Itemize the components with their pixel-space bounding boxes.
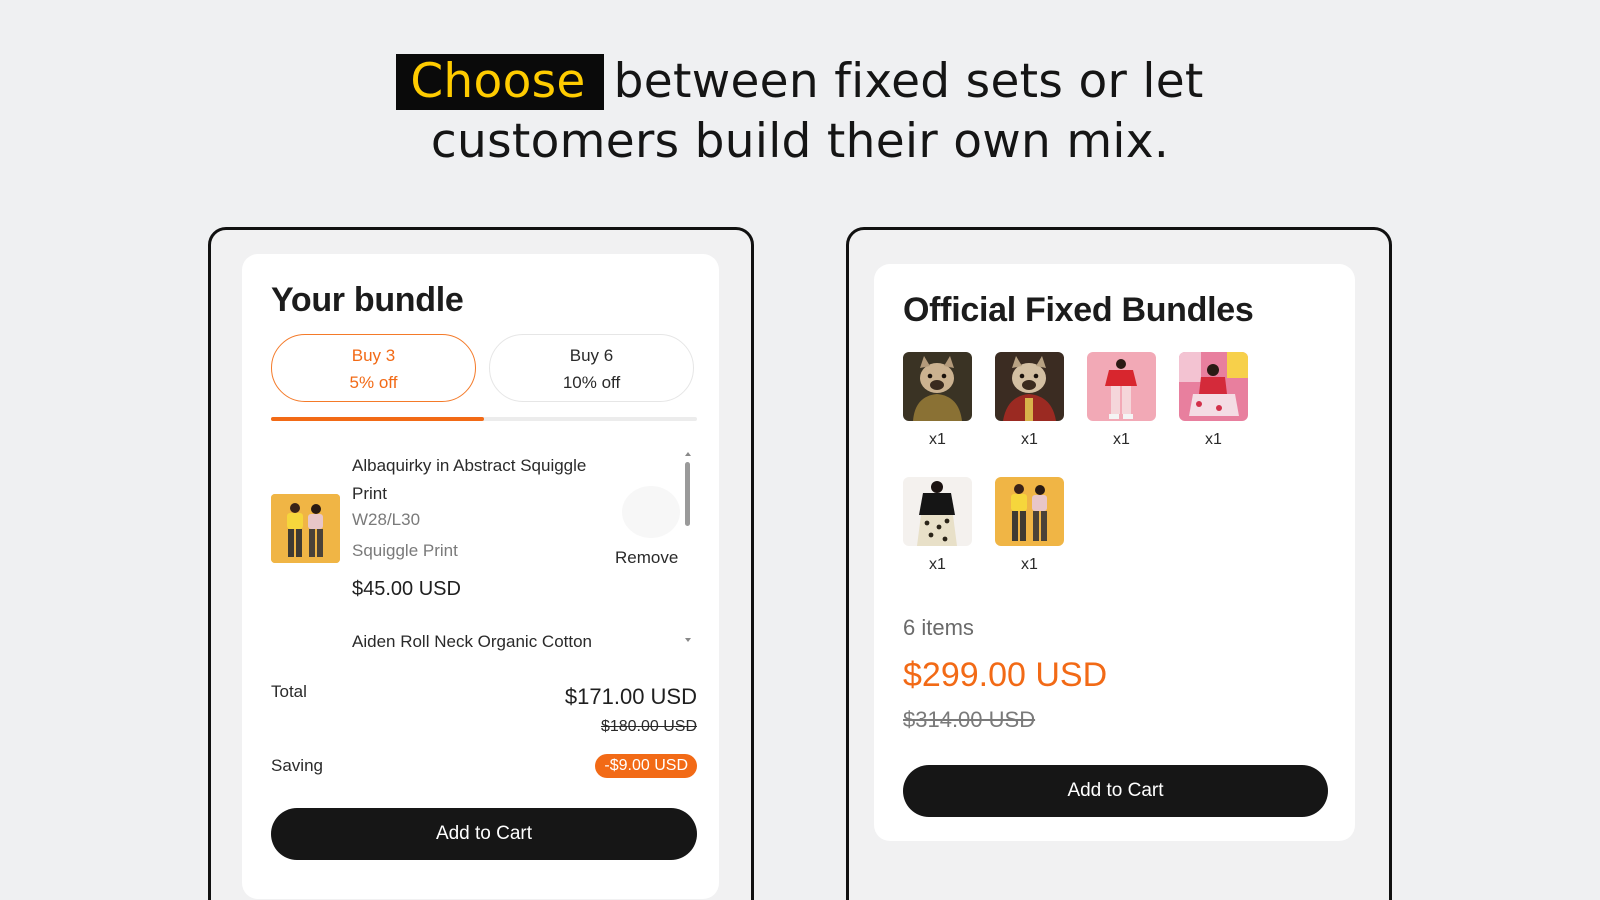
total-compare-price: $180.00 USD bbox=[600, 718, 697, 735]
model-red-top-image bbox=[1087, 352, 1156, 421]
bundle-compare-price: $314.00 USD bbox=[903, 707, 1036, 732]
models-yellow-image bbox=[995, 477, 1064, 546]
dog-portrait-red-image bbox=[995, 352, 1064, 421]
bundle-product-qty: x1 bbox=[929, 431, 946, 448]
scroll-thumb[interactable] bbox=[685, 462, 690, 526]
headline-highlight: Choose bbox=[396, 54, 604, 110]
bundle-product[interactable]: x1 bbox=[1087, 352, 1156, 449]
tier-buy-6[interactable]: Buy 6 10% off bbox=[489, 334, 694, 402]
saving-badge: -$9.00 USD bbox=[595, 754, 697, 778]
items-count: 6 items bbox=[903, 615, 974, 640]
headline-line-1: Choose between fixed sets or let bbox=[0, 52, 1600, 112]
dog-portrait-gold-image bbox=[903, 352, 972, 421]
scroll-up-icon[interactable] bbox=[685, 452, 691, 456]
mix-bundle-frame: Your bundle Buy 3 5% off Buy 6 10% off A… bbox=[208, 227, 754, 900]
item-name: Albaquirky in Abstract Squiggle Print bbox=[352, 456, 587, 503]
item-thumbnail bbox=[271, 494, 340, 563]
bundle-product-qty: x1 bbox=[1021, 556, 1038, 573]
item-variant: Squiggle Print bbox=[352, 541, 458, 560]
bundle-product-qty: x1 bbox=[1021, 431, 1038, 448]
bundle-item-list[interactable]: Albaquirky in Abstract Squiggle Print W2… bbox=[271, 452, 711, 652]
total-label: Total bbox=[271, 682, 307, 701]
item-price: $45.00 USD bbox=[352, 578, 461, 600]
saving-label: Saving bbox=[271, 756, 323, 775]
tier-progress-fill bbox=[271, 417, 484, 421]
model-pink-seated-image bbox=[1179, 352, 1248, 421]
bundle-product-qty: x1 bbox=[929, 556, 946, 573]
bundle-product[interactable]: x1 bbox=[1179, 352, 1248, 449]
fixed-bundle-frame: Official Fixed Bundles x1 x1 x1 x1 x1 x1… bbox=[846, 227, 1392, 900]
headline-line1-rest: between fixed sets or let bbox=[613, 54, 1204, 109]
fixed-bundle-title: Official Fixed Bundles bbox=[903, 291, 1254, 329]
bundle-product[interactable]: x1 bbox=[903, 352, 972, 449]
bundle-product[interactable]: x1 bbox=[995, 477, 1064, 574]
bundle-product[interactable]: x1 bbox=[903, 477, 972, 574]
item-size: W28/L30 bbox=[352, 510, 421, 529]
item-name: Aiden Roll Neck Organic Cotton bbox=[352, 632, 593, 651]
bundle-price: $299.00 USD bbox=[903, 656, 1108, 694]
models-yellow-image bbox=[271, 494, 340, 563]
item-list-scrollbar[interactable] bbox=[683, 452, 693, 642]
add-to-cart-button[interactable]: Add to Cart bbox=[903, 765, 1328, 817]
headline: Choose between fixed sets or let customer… bbox=[0, 52, 1600, 172]
tier-discount: 5% off bbox=[349, 373, 398, 392]
total-price: $171.00 USD bbox=[564, 684, 697, 709]
mix-bundle-title: Your bundle bbox=[271, 281, 464, 319]
tier-discount: 10% off bbox=[562, 373, 621, 392]
headline-line-2: customers build their own mix. bbox=[430, 114, 1170, 169]
scroll-down-icon[interactable] bbox=[685, 638, 691, 642]
tier-label: Buy 3 bbox=[351, 346, 396, 365]
model-black-top-image bbox=[903, 477, 972, 546]
bundle-product-qty: x1 bbox=[1205, 431, 1222, 448]
tier-label: Buy 6 bbox=[569, 346, 614, 365]
tier-progress-bar bbox=[271, 417, 697, 421]
mix-bundle-card: Your bundle Buy 3 5% off Buy 6 10% off A… bbox=[242, 254, 719, 899]
add-to-cart-button[interactable]: Add to Cart bbox=[271, 808, 697, 860]
remove-button[interactable]: Remove bbox=[615, 548, 678, 568]
tier-buy-3[interactable]: Buy 3 5% off bbox=[271, 334, 476, 402]
remove-icon[interactable] bbox=[622, 486, 680, 538]
bundle-product[interactable]: x1 bbox=[995, 352, 1064, 449]
fixed-bundle-card: Official Fixed Bundles x1 x1 x1 x1 x1 x1… bbox=[874, 264, 1355, 841]
bundle-product-qty: x1 bbox=[1113, 431, 1130, 448]
